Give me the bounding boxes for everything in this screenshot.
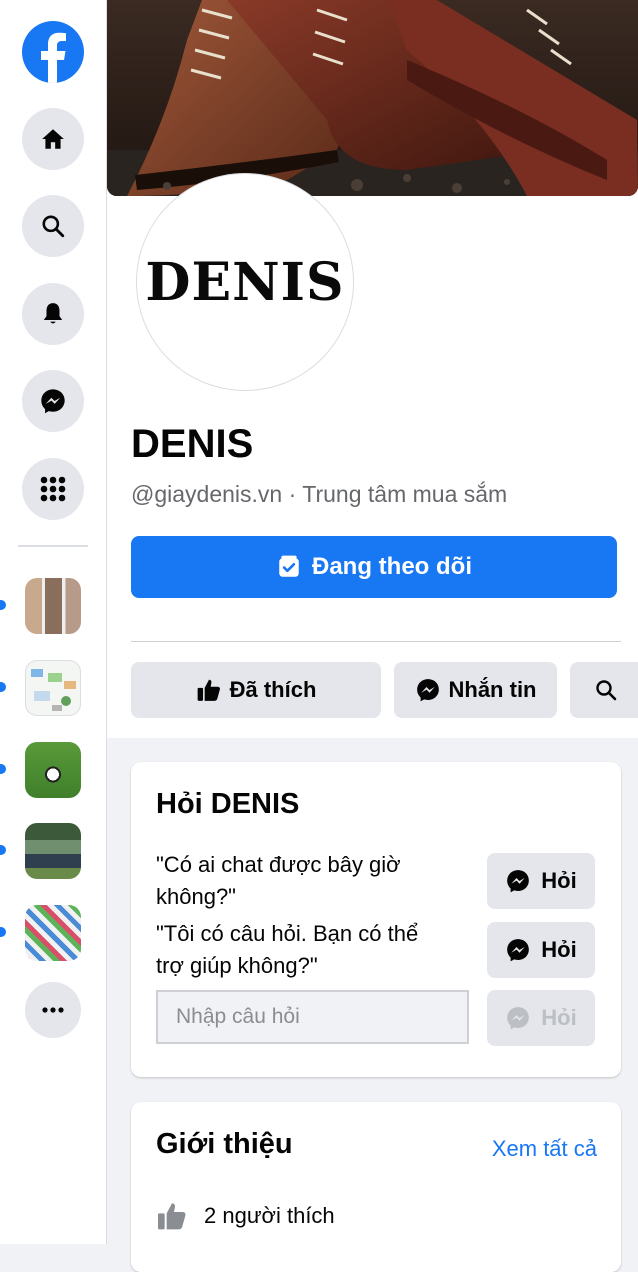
search-icon xyxy=(596,680,617,701)
thumbs-up-icon xyxy=(158,1203,186,1230)
ask-page-card: Hỏi DENIS "Có ai chat được bây giờ không… xyxy=(131,762,621,1077)
page-search-button[interactable] xyxy=(570,662,638,718)
following-check-icon xyxy=(279,555,299,577)
page-subtitle: @giaydenis.vn · Trung tâm mua sắm xyxy=(131,481,507,508)
facebook-logo-icon[interactable] xyxy=(22,21,84,83)
messenger-icon xyxy=(41,389,65,414)
unread-dot xyxy=(0,682,6,692)
messenger-icon xyxy=(507,939,530,962)
page-category[interactable]: Trung tâm mua sắm xyxy=(302,481,507,507)
thumbs-up-icon xyxy=(197,679,220,701)
ask-button-label: Hỏi xyxy=(541,868,577,893)
messenger-button[interactable] xyxy=(22,370,84,432)
question-input[interactable] xyxy=(156,990,469,1044)
shortcut-photo-group[interactable] xyxy=(25,578,81,634)
ask-submit-button[interactable]: Hỏi xyxy=(487,990,595,1046)
left-navigation-rail xyxy=(0,0,107,1244)
page-title: DENIS xyxy=(131,422,254,466)
page-handle[interactable]: @giaydenis.vn xyxy=(131,481,282,507)
messenger-icon xyxy=(507,1007,530,1030)
avatar-logo-text: DENIS xyxy=(145,251,345,313)
following-button[interactable]: Đang theo dõi xyxy=(131,536,617,598)
following-label: Đang theo dõi xyxy=(312,553,472,580)
unread-dot xyxy=(0,764,6,774)
page-main: DENIS DENIS @giaydenis.vn · Trung tâm mu… xyxy=(107,0,638,1272)
intro-card: Giới thiệu Xem tất cả 2 người thích xyxy=(131,1102,621,1272)
messenger-icon xyxy=(507,870,530,893)
menu-button[interactable] xyxy=(22,458,84,520)
ask-button-label: Hỏi xyxy=(541,937,577,962)
more-shortcuts-button[interactable] xyxy=(25,982,81,1038)
header-divider xyxy=(131,641,621,642)
ask-card-title: Hỏi DENIS xyxy=(156,788,300,820)
ask-button[interactable]: Hỏi xyxy=(487,853,595,909)
suggested-question: "Tôi có câu hỏi. Bạn có thể trợ giúp khô… xyxy=(156,921,419,978)
unread-dot xyxy=(0,600,6,610)
shortcut-soccer-group[interactable] xyxy=(25,742,81,798)
unread-dot xyxy=(0,845,6,855)
rail-divider xyxy=(18,545,88,547)
subtitle-separator: · xyxy=(288,481,297,507)
menu-grid-icon xyxy=(40,476,66,502)
cover-photo[interactable] xyxy=(107,0,638,196)
home-button[interactable] xyxy=(22,108,84,170)
ask-submit-label: Hỏi xyxy=(541,1005,577,1030)
ask-button[interactable]: Hỏi xyxy=(487,922,595,978)
message-button[interactable]: Nhắn tin xyxy=(394,662,557,718)
liked-label: Đã thích xyxy=(229,677,317,702)
intro-card-title: Giới thiệu xyxy=(156,1128,293,1160)
see-all-link[interactable]: Xem tất cả xyxy=(492,1136,597,1162)
unread-dot xyxy=(0,927,6,937)
liked-button[interactable]: Đã thích xyxy=(131,662,381,718)
likes-count: 2 người thích xyxy=(204,1203,335,1228)
shortcut-pattern-group[interactable] xyxy=(25,905,81,961)
notifications-button[interactable] xyxy=(22,283,84,345)
page-header: DENIS DENIS @giaydenis.vn · Trung tâm mu… xyxy=(107,0,638,738)
home-icon xyxy=(42,129,64,149)
bell-icon xyxy=(43,303,63,324)
search-button[interactable] xyxy=(22,195,84,257)
suggested-question: "Có ai chat được bây giờ không?" xyxy=(156,852,401,909)
more-icon xyxy=(42,1007,64,1013)
shortcut-diagram-group[interactable] xyxy=(25,660,81,716)
search-icon xyxy=(42,215,65,238)
likes-row: 2 người thích xyxy=(156,1200,335,1232)
page-avatar[interactable]: DENIS xyxy=(137,174,353,390)
message-label: Nhắn tin xyxy=(448,677,537,702)
shortcut-team-group[interactable] xyxy=(25,823,81,879)
messenger-icon xyxy=(416,679,439,702)
